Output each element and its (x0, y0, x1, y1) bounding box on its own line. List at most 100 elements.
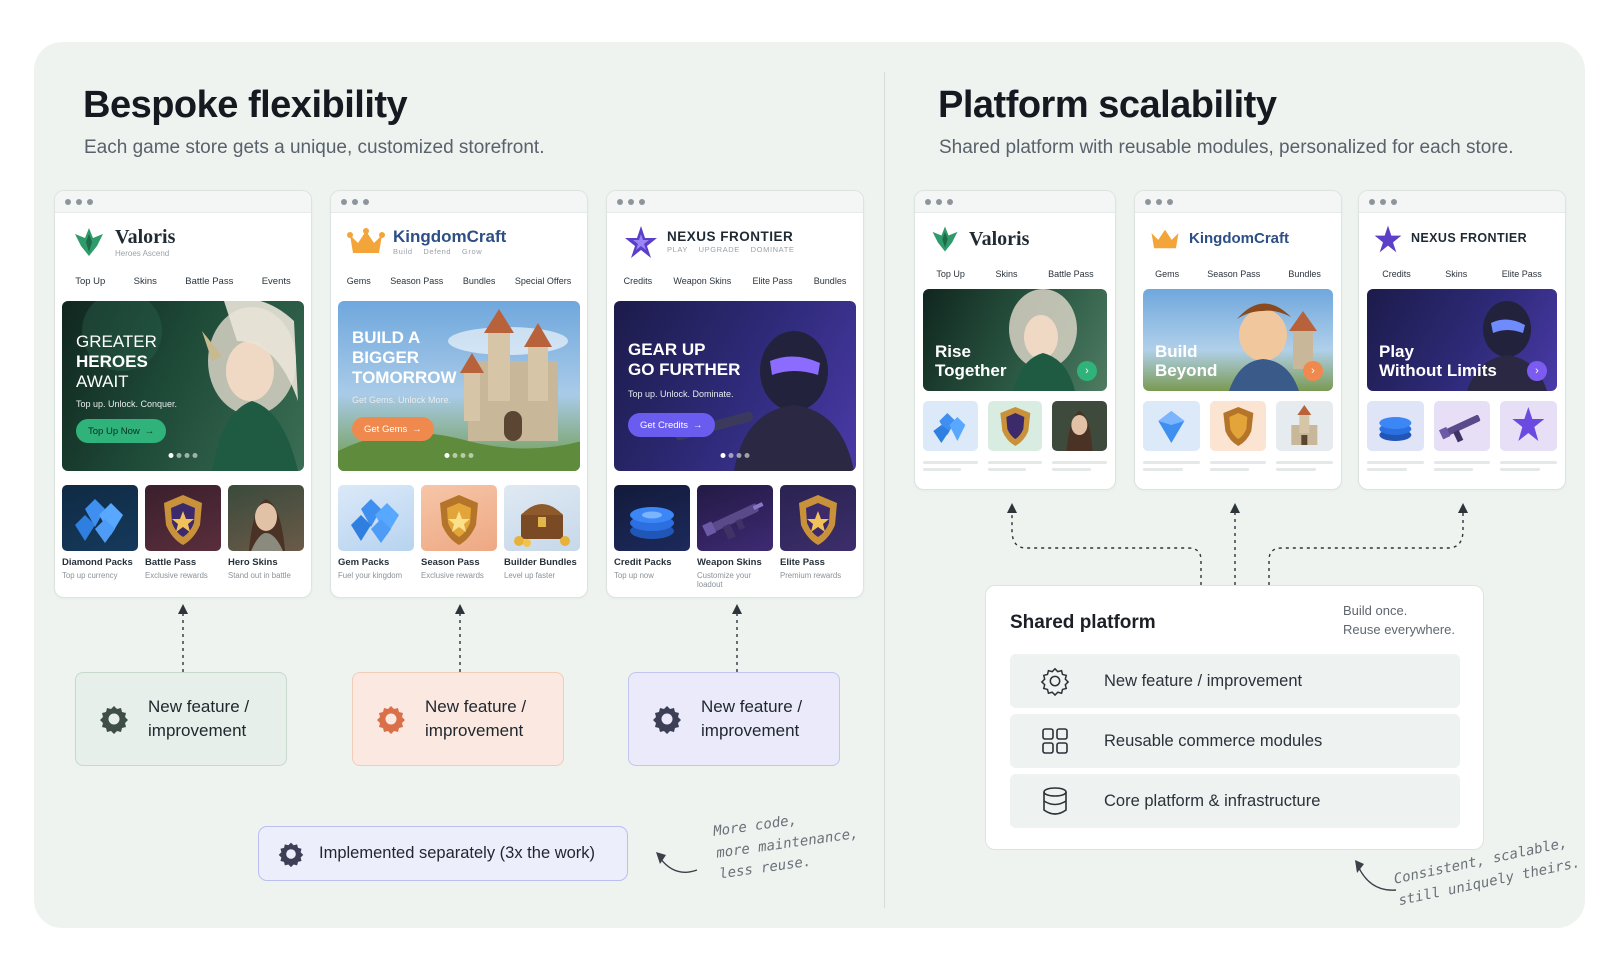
rifle-icon (1438, 415, 1480, 443)
hero-line: GREATER (76, 332, 157, 351)
product-tile[interactable] (614, 485, 690, 551)
hero-banner[interactable]: BUILD A BIGGER TOMORROW Get Gems. Unlock… (338, 301, 580, 471)
carousel-pager[interactable] (168, 453, 198, 458)
hero-line: Build (1155, 341, 1198, 361)
product-sub: Exclusive rewards (421, 571, 484, 580)
store-brand: KingdomCraft Build Defend Grow (331, 213, 587, 271)
castle-icon (1291, 405, 1318, 445)
store-name: NEXUS FRONTIER (1411, 231, 1528, 246)
hero-line: BIGGER (352, 348, 420, 367)
nav-item[interactable]: Battle Pass (1048, 269, 1094, 279)
hero-banner[interactable]: Build Beyond › (1143, 289, 1333, 391)
carousel-pager[interactable] (444, 453, 474, 458)
product-tile[interactable] (228, 485, 304, 551)
hero-portrait-icon (249, 499, 285, 551)
nav-item[interactable]: Skins (1445, 269, 1467, 279)
hero-line: Rise (935, 341, 971, 361)
bespoke-subtitle: Each game store gets a unique, customize… (84, 137, 545, 158)
product-tile[interactable] (1433, 401, 1491, 451)
get-gems-button[interactable]: Get Gems → (352, 417, 434, 441)
note-line: Reuse everywhere. (1343, 621, 1455, 637)
diamond-icon (75, 499, 123, 543)
note-line: Build once. (1343, 603, 1408, 618)
store-nav: Top Up Skins Battle Pass (915, 265, 1115, 283)
product-tile[interactable] (1500, 401, 1558, 451)
nav-item[interactable]: Bundles (1288, 269, 1321, 279)
product-tile[interactable] (504, 485, 580, 551)
nav-item[interactable]: Weapon Skins (673, 276, 731, 286)
credit-coins-icon (630, 507, 674, 539)
store-tagline: Build Defend Grow (393, 247, 483, 257)
skeleton-lines (1359, 457, 1565, 471)
store-name: NEXUS FRONTIER (667, 228, 794, 244)
nav-item[interactable]: Gems (347, 276, 371, 286)
top-up-now-button[interactable]: Top Up Now → (76, 419, 167, 443)
product-tile[interactable] (923, 401, 978, 451)
hero-headline: Rise Together (935, 342, 1006, 381)
chevron-right-icon[interactable]: › (1077, 361, 1097, 381)
window-chrome (1359, 191, 1565, 213)
carousel-pager[interactable] (720, 453, 750, 458)
product-tile[interactable] (780, 485, 856, 551)
gear-icon (653, 706, 681, 734)
product-tile[interactable] (62, 485, 138, 551)
chevron-right-icon[interactable]: › (1303, 361, 1323, 381)
product-tile[interactable] (1143, 401, 1200, 451)
platform-row-core[interactable]: Core platform & infrastructure (1010, 774, 1460, 828)
nav-item[interactable]: Credits (624, 276, 653, 286)
hero-banner[interactable]: Play Without Limits › (1367, 289, 1557, 391)
product-tile[interactable] (1367, 401, 1424, 451)
product-tile[interactable] (1209, 401, 1267, 451)
product-tile[interactable] (338, 485, 414, 551)
hero-banner[interactable]: GREATER HEROES AWAIT Top up. Unlock. Con… (62, 301, 304, 471)
store-card-valoris: Valoris Heroes Ascend Top Up Skins Battl… (54, 190, 312, 598)
platform-row-modules[interactable]: Reusable commerce modules (1010, 714, 1460, 768)
nav-item[interactable]: Top Up (936, 269, 965, 279)
product-tile[interactable] (697, 485, 773, 551)
star-crest-logo-icon (1374, 225, 1402, 253)
hero-subtitle: Get Gems. Unlock More. (352, 395, 452, 405)
nav-item[interactable]: Skins (134, 276, 157, 287)
hero-banner[interactable]: GEAR UP GO FURTHER Top up. Unlock. Domin… (614, 301, 856, 471)
get-credits-button[interactable]: Get Credits → (628, 413, 715, 437)
arrow-right-icon: → (412, 423, 422, 435)
shared-platform-note: Build once. Reuse everywhere. (1343, 602, 1455, 640)
product-tile[interactable] (421, 485, 497, 551)
product-sub: Fuel your kingdom (338, 571, 403, 580)
row-label: Reusable commerce modules (1104, 731, 1323, 750)
nav-item[interactable]: Credits (1382, 269, 1411, 279)
hero-line: BUILD A (352, 328, 421, 347)
nav-item[interactable]: Battle Pass (185, 276, 233, 287)
hero-line: TOMORROW (352, 368, 457, 387)
nav-item[interactable]: Special Offers (515, 276, 571, 286)
product-tile[interactable] (987, 401, 1043, 451)
platform-row-feature[interactable]: New feature / improvement (1010, 654, 1460, 708)
implemented-separately-box: Implemented separately (3x the work) (258, 826, 628, 881)
nav-item[interactable]: Bundles (463, 276, 496, 286)
product-tile[interactable] (145, 485, 221, 551)
gear-icon (278, 842, 304, 867)
row-label: New feature / improvement (1104, 671, 1303, 690)
star-crest-logo-icon (625, 226, 657, 258)
nav-item[interactable]: Season Pass (390, 276, 443, 286)
gem-icon (351, 499, 399, 543)
nav-item[interactable]: Season Pass (1207, 269, 1260, 279)
skeleton-lines (915, 457, 1115, 471)
nav-item[interactable]: Skins (995, 269, 1017, 279)
database-icon (1043, 787, 1067, 815)
gear-icon (377, 706, 405, 734)
nav-item[interactable]: Top Up (75, 276, 105, 287)
product-tile[interactable] (1276, 401, 1334, 451)
nav-item[interactable]: Bundles (814, 276, 847, 286)
nav-item[interactable]: Gems (1155, 269, 1179, 279)
product-sub: Exclusive rewards (145, 571, 208, 580)
feature-box-kingdomcraft: New feature / improvement (352, 672, 564, 766)
product-tile[interactable] (1052, 401, 1108, 451)
nav-item[interactable]: Events (262, 276, 291, 287)
chevron-right-icon[interactable]: › (1527, 361, 1547, 381)
nav-item[interactable]: Elite Pass (1502, 269, 1542, 279)
nav-item[interactable]: Elite Pass (753, 276, 793, 286)
hero-banner[interactable]: Rise Together › (923, 289, 1107, 391)
store-nav: Gems Season Pass Bundles Special Offers (331, 271, 587, 291)
shield-icon (799, 495, 837, 545)
